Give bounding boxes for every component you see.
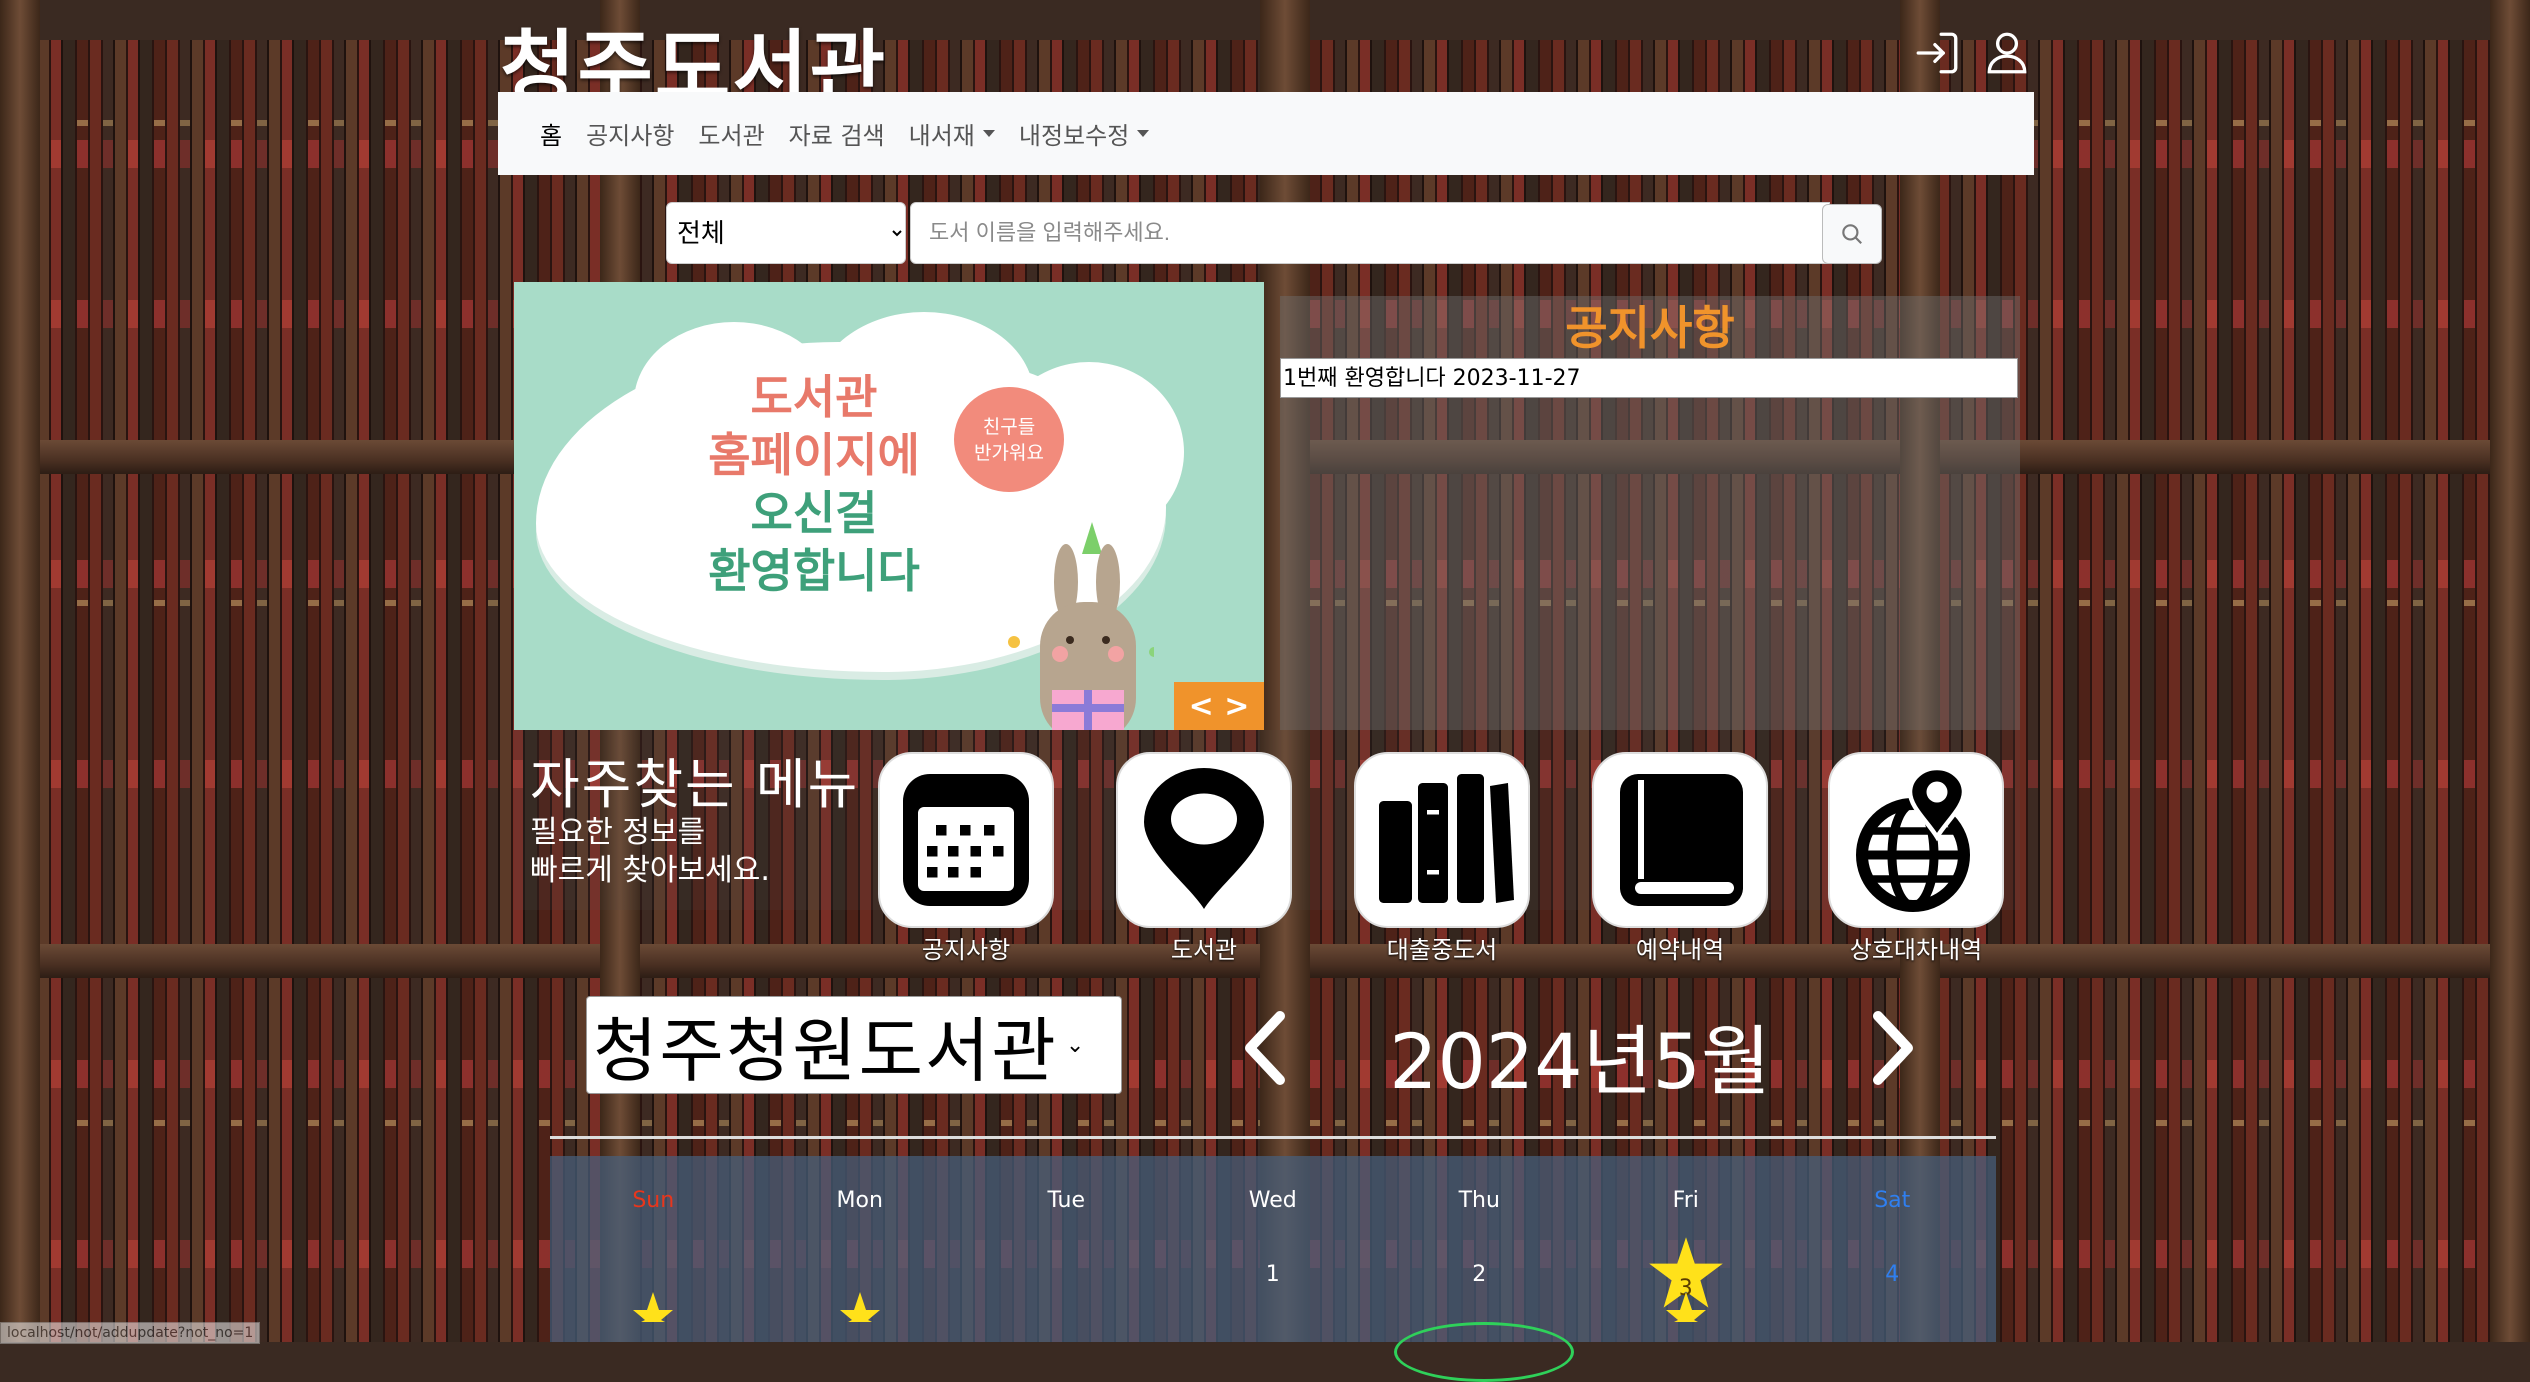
weekday-header: Sun Mon Tue Wed Thu Fri Sat bbox=[550, 1156, 1996, 1246]
subtitle-line: 빠르게 찾아보세요. bbox=[530, 853, 770, 888]
calendar-day[interactable] bbox=[963, 1246, 1170, 1316]
quick-menu-label: 예약내역 bbox=[1635, 936, 1725, 964]
banner-headline: 도서관 홈페이지에 오신걸 환영합니다 bbox=[634, 368, 994, 600]
quick-menu-reservations[interactable]: 예약내역 bbox=[1590, 752, 1770, 965]
nav-label: 내정보수정 bbox=[1018, 122, 1130, 150]
notice-panel: 공지사항 1번째 환영합니다 2023-11-27 bbox=[1280, 296, 2020, 730]
calendar-week: 1 2 3 4 bbox=[550, 1237, 1996, 1322]
weekday-label: Fri bbox=[1672, 1188, 1699, 1213]
quick-menu-label: 대출중도서 bbox=[1386, 936, 1498, 964]
nav-label: 공지사항 bbox=[586, 122, 675, 150]
subtitle-line: 필요한 정보를 bbox=[530, 815, 706, 850]
quick-menu-interlibrary[interactable]: 상호대차내역 bbox=[1826, 752, 2006, 965]
banner-line: 도서관 bbox=[750, 370, 878, 424]
globe-location-icon bbox=[1856, 765, 1970, 912]
prev-month-button[interactable] bbox=[1236, 1008, 1296, 1088]
library-select[interactable]: 청주청원도서관 ⌄ bbox=[586, 996, 1122, 1094]
calendar-icon bbox=[903, 774, 1029, 906]
weekday-label: Sat bbox=[1874, 1188, 1911, 1213]
slide-arrows-text: < > bbox=[1188, 688, 1250, 724]
calendar-day[interactable]: 4 bbox=[1789, 1246, 1996, 1316]
quick-menu-label: 도서관 bbox=[1170, 936, 1238, 964]
notice-item[interactable]: 1번째 환영합니다 2023-11-27 bbox=[1280, 358, 2018, 398]
banner-line: 환영합니다 bbox=[708, 544, 920, 598]
quick-icon-tile bbox=[1592, 752, 1768, 928]
calendar-divider bbox=[550, 1136, 1996, 1139]
weekday-label: Thu bbox=[1458, 1188, 1500, 1213]
star-icon bbox=[1665, 1292, 1706, 1322]
browser-status-url: localhost/not/addupdate?not_no=1 bbox=[0, 1322, 261, 1344]
quick-menu-loans[interactable]: 대출중도서 bbox=[1352, 752, 1532, 965]
notice-title[interactable]: 공지사항 bbox=[1280, 296, 2020, 358]
star-icon bbox=[839, 1292, 880, 1322]
nav-label: 홈 bbox=[540, 122, 563, 150]
banner-line: 오신걸 bbox=[750, 486, 878, 540]
quick-icon-tile bbox=[1354, 752, 1530, 928]
map-pin-icon bbox=[1144, 768, 1264, 909]
bubble-line: 친구들 bbox=[982, 415, 1036, 438]
chevron-down-icon: ⌄ bbox=[1065, 1032, 1087, 1058]
calendar-day[interactable] bbox=[550, 1246, 757, 1322]
nav-item-home[interactable]: 홈 bbox=[528, 116, 574, 151]
month-label: 2024년5월 bbox=[1389, 1017, 1771, 1106]
next-month-button[interactable] bbox=[1862, 1008, 1922, 1088]
weekday-label: Mon bbox=[836, 1188, 883, 1213]
quick-icon-tile bbox=[1828, 752, 2004, 928]
login-icon[interactable] bbox=[1912, 28, 1962, 78]
caret-down-icon bbox=[1137, 130, 1150, 137]
quick-menu-library[interactable]: 도서관 bbox=[1114, 752, 1294, 965]
quick-menu-notice[interactable]: 공지사항 bbox=[876, 752, 1056, 965]
quick-icon-tile bbox=[878, 752, 1054, 928]
search-input[interactable] bbox=[910, 202, 1830, 264]
weekday-label: Wed bbox=[1248, 1188, 1297, 1213]
nav-item-search[interactable]: 자료 검색 bbox=[777, 116, 897, 151]
nav-item-edit-profile[interactable]: 내정보수정 bbox=[1007, 116, 1161, 151]
main-navbar: 홈 공지사항 도서관 자료 검색 내서재 내정보수정 bbox=[498, 92, 2034, 175]
calendar-grid: Sun Mon Tue Wed Thu Fri Sat 1 2 3 4 bbox=[550, 1156, 1996, 1342]
book-icon bbox=[1620, 774, 1743, 906]
user-icon[interactable] bbox=[1982, 28, 2032, 78]
welcome-banner[interactable]: 도서관 홈페이지에 오신걸 환영합니다 친구들 반가워요 < > bbox=[514, 282, 1264, 730]
weekday-label: Tue bbox=[1047, 1188, 1086, 1213]
bubble-line: 반가워요 bbox=[974, 441, 1044, 464]
event-marker bbox=[1394, 1322, 1574, 1382]
library-select-value: 청주청원도서관 bbox=[593, 1009, 1058, 1092]
star-icon bbox=[633, 1292, 673, 1322]
search-button[interactable] bbox=[1822, 204, 1882, 264]
nav-item-notice[interactable]: 공지사항 bbox=[574, 116, 686, 151]
nav-label: 자료 검색 bbox=[788, 122, 885, 150]
quick-icon-tile bbox=[1116, 752, 1292, 928]
nav-label: 내서재 bbox=[908, 122, 975, 150]
books-icon bbox=[1379, 774, 1514, 903]
search-icon bbox=[1842, 224, 1862, 244]
calendar-day-highlighted[interactable]: 3 bbox=[1583, 1237, 1790, 1322]
banner-slide-controls[interactable]: < > bbox=[1174, 682, 1264, 730]
quick-menu-title: 자주찾는 메뉴 bbox=[530, 753, 860, 816]
nav-item-library[interactable]: 도서관 bbox=[686, 116, 776, 151]
nav-label: 도서관 bbox=[698, 122, 765, 150]
quick-menu-label: 공지사항 bbox=[921, 936, 1011, 964]
quick-menu-subtitle: 필요한 정보를 빠르게 찾아보세요. bbox=[530, 814, 770, 890]
rabbit-illustration bbox=[1008, 522, 1154, 730]
calendar-day[interactable] bbox=[757, 1246, 964, 1322]
calendar-day[interactable]: 1 bbox=[1170, 1246, 1377, 1316]
search-category-select[interactable]: 전체 bbox=[666, 202, 906, 264]
banner-line: 홈페이지에 bbox=[708, 428, 920, 482]
quick-menu-label: 상호대차내역 bbox=[1849, 936, 1983, 964]
speech-bubble: 친구들 반가워요 bbox=[954, 387, 1064, 492]
calendar-day[interactable]: 2 bbox=[1376, 1246, 1583, 1316]
weekday-label: Sun bbox=[632, 1188, 675, 1213]
nav-item-my-library[interactable]: 내서재 bbox=[897, 116, 1007, 151]
caret-down-icon bbox=[982, 130, 995, 137]
nav-menu: 홈 공지사항 도서관 자료 검색 내서재 내정보수정 bbox=[498, 116, 1161, 151]
header-icons bbox=[1912, 28, 2032, 78]
